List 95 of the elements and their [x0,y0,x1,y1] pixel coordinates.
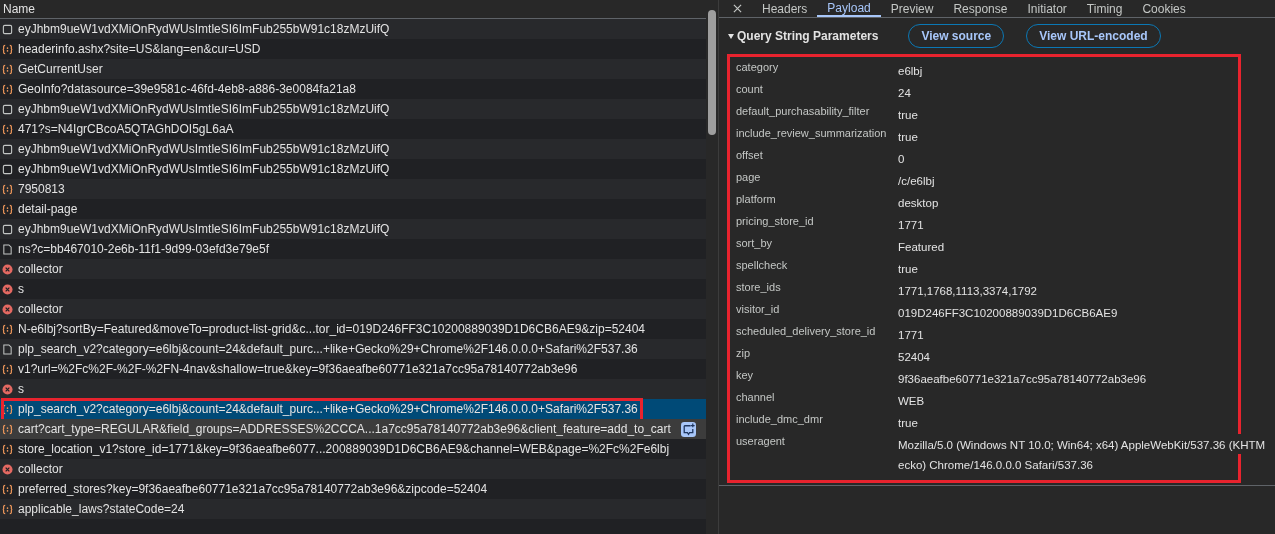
document-icon [2,23,13,35]
braces-icon [2,183,13,195]
request-name: v1?url=%2Fc%2F-%2F-%2FN-4nav&shallow=true&key=9f36aeafbe60771e321a7cc95a78140772ab3e96 [18,362,578,376]
request-name: plp_search_v2?category=e6lbj&count=24&default_purc...+like+Gecko%29+Chrome%2F146.0.0.0+Safari%2F537.36 [18,342,638,356]
request-row[interactable]: collector [0,259,706,279]
tab[interactable]: Headers [752,0,818,17]
request-name: detail-page [18,202,78,216]
param-value: Mozilla/5.0 (Windows NT 10.0; Win64; x64) AppleWebKit/537.36 (KHTM [898,434,1266,454]
param-name: sort_by [736,236,774,251]
request-name: 471?s=N4IgrCBcoA5QTAGhDOI5gL6aA [18,122,234,136]
request-name: headerinfo.ashx?site=US&lang=en&cur=USD [18,42,261,56]
param-name: pricing_store_id [736,214,815,229]
request-row[interactable]: eyJhbm9ueW1vdXMiOnRydWUsImtleSI6ImFub255bW91c18zMzUifQ [0,139,706,159]
request-name: GetCurrentUser [18,62,103,76]
request-name: eyJhbm9ueW1vdXMiOnRydWUsImtleSI6ImFub255bW91c18zMzUifQ [18,22,390,36]
request-row[interactable]: cart?cart_type=REGULAR&field_groups=ADDRESSES%2CCCA...1a7cc95a78140772ab3e96&client_feature=add_to_cart [0,419,706,439]
braces-icon [2,83,13,95]
param-name: useragent [736,434,786,449]
braces-icon [2,503,13,515]
request-name: s [18,382,24,396]
document-icon [2,163,13,175]
request-name: GeoInfo?datasource=39e9581c-46fd-4eb8-a886-3e0084fa21a8 [18,82,356,96]
request-name: eyJhbm9ueW1vdXMiOnRydWUsImtleSI6ImFub255bW91c18zMzUifQ [18,162,390,176]
column-header[interactable]: Name [3,2,35,16]
request-name: cart?cart_type=REGULAR&field_groups=ADDRESSES%2CCCA...1a7cc95a78140772ab3e96&client_feature=add_to_cart [18,422,671,436]
error-icon [2,463,13,475]
document-icon [2,143,13,155]
param-name: page [736,170,762,185]
request-row[interactable]: 7950813 [0,179,706,199]
braces-icon [2,63,13,75]
request-name: eyJhbm9ueW1vdXMiOnRydWUsImtleSI6ImFub255bW91c18zMzUifQ [18,102,390,116]
request-name: 7950813 [18,182,65,196]
tab[interactable]: Cookies [1132,0,1196,17]
param-name: spellcheck [736,258,789,273]
param-name: key [736,368,755,383]
tab[interactable]: Response [943,0,1018,17]
param-name: default_purchasability_filter [736,104,871,119]
braces-icon [2,323,13,335]
param-name: include_dmc_dmr [736,412,824,427]
file-icon [2,243,13,255]
request-row[interactable]: eyJhbm9ueW1vdXMiOnRydWUsImtleSI6ImFub255bW91c18zMzUifQ [0,19,706,39]
tab[interactable]: Timing [1076,0,1133,17]
request-row[interactable]: eyJhbm9ueW1vdXMiOnRydWUsImtleSI6ImFub255bW91c18zMzUifQ [0,219,706,239]
param-name: category [736,60,780,75]
braces-icon [2,403,13,415]
request-name: plp_search_v2?category=e6lbj&count=24&default_purc...+like+Gecko%29+Chrome%2F146.0.0.0+Safari%2F537.36 [18,402,638,416]
request-row[interactable]: collector [0,299,706,319]
braces-icon [2,123,13,135]
request-name: collector [18,262,63,276]
request-name: store_location_v1?store_id=1771&key=9f36aeafbe6077...200889039D1D6CB6AE9&channel=WEB&page=%2Fc%2Fe6lbj [18,442,670,456]
request-row[interactable]: s [0,379,706,399]
request-name: preferred_stores?key=9f36aeafbe60771e321a7cc95a78140772ab3e96&zipcode=52404 [18,482,488,496]
tab[interactable]: Preview [880,0,944,17]
param-name: channel [736,390,776,405]
request-name: eyJhbm9ueW1vdXMiOnRydWUsImtleSI6ImFub255bW91c18zMzUifQ [18,222,390,236]
request-row[interactable]: plp_search_v2?category=e6lbj&count=24&default_purc...+like+Gecko%29+Chrome%2F146.0.0.0+Safari%2F537.36 [0,399,706,419]
param-name: platform [736,192,777,207]
document-icon [2,223,13,235]
request-row[interactable]: collector [0,459,706,479]
request-row[interactable]: applicable_laws?stateCode=24 [0,499,706,519]
scrollbar[interactable] [706,0,718,534]
add-comment-icon[interactable] [681,422,696,437]
request-row[interactable]: eyJhbm9ueW1vdXMiOnRydWUsImtleSI6ImFub255bW91c18zMzUifQ [0,99,706,119]
error-icon [2,303,13,315]
braces-icon [2,443,13,455]
error-icon [2,383,13,395]
request-name: applicable_laws?stateCode=24 [18,502,185,516]
document-icon [2,103,13,115]
request-name: collector [18,462,63,476]
request-name: collector [18,302,63,316]
param-name: visitor_id [736,302,781,317]
error-icon [2,263,13,275]
request-name: N-e6lbj?sortBy=Featured&moveTo=product-list-grid&c...tor_id=019D246FF3C10200889039D1D6CB6AE9&zip=52404 [18,322,646,336]
braces-icon [2,43,13,55]
tab[interactable]: Payload [817,0,881,17]
param-name: offset [736,148,764,163]
request-name: s [18,282,24,296]
param-name: count [736,82,764,97]
param-name: scheduled_delivery_store_id [736,324,877,339]
param-name: include_review_summarization [736,126,888,141]
braces-icon [2,203,13,215]
braces-icon [2,363,13,375]
error-icon [2,283,13,295]
file-icon [2,343,13,355]
param-name: zip [736,346,752,361]
request-row[interactable]: GetCurrentUser [0,59,706,79]
section-toggle[interactable]: Query String Parameters [728,29,879,43]
request-name: eyJhbm9ueW1vdXMiOnRydWUsImtleSI6ImFub255bW91c18zMzUifQ [18,142,390,156]
tab[interactable]: Initiator [1017,0,1077,17]
request-name: ns?c=bb467010-2e6b-11f1-9d99-03efd3e79e5f [18,242,269,256]
param-name: store_ids [736,280,782,295]
braces-icon [2,483,13,495]
braces-icon [2,423,13,435]
close-icon[interactable] [733,4,742,13]
request-row[interactable]: plp_search_v2?category=e6lbj&count=24&default_purc...+like+Gecko%29+Chrome%2F146.0.0.0+Safari%2F537.36 [0,339,706,359]
